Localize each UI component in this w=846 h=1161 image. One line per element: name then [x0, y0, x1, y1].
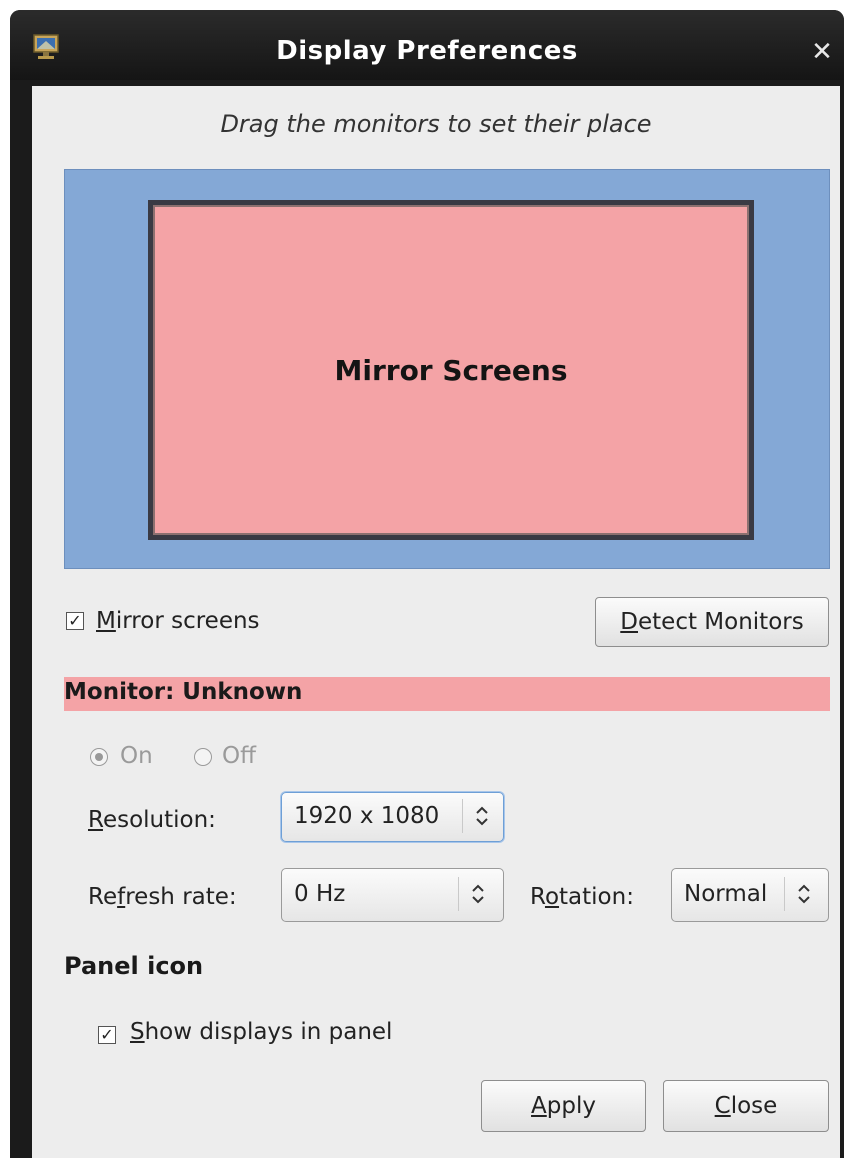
- instructions-text: Drag the monitors to set their place: [220, 110, 652, 138]
- combo-separator: [458, 877, 459, 911]
- rotation-value: Normal: [684, 881, 768, 907]
- title-bar[interactable]: Display Preferences ✕: [10, 10, 844, 80]
- up-down-arrows-icon: [464, 877, 492, 911]
- detect-monitors-button[interactable]: Detect Monitors: [595, 597, 829, 647]
- apply-button[interactable]: Apply: [481, 1080, 646, 1132]
- refresh-rate-value: 0 Hz: [294, 881, 346, 907]
- monitor-section-header: Monitor: Unknown: [64, 677, 830, 711]
- combo-separator: [462, 799, 463, 833]
- refresh-rate-label: Refresh rate:: [88, 884, 237, 910]
- show-displays-checkbox[interactable]: ✓: [98, 1026, 116, 1044]
- mirror-screens-checkbox[interactable]: ✓: [66, 612, 84, 630]
- dialog-content: Drag the monitors to set their place Mir…: [32, 86, 840, 1158]
- rotation-label: Rotation:: [530, 884, 634, 910]
- show-displays-label[interactable]: Show displays in panel: [130, 1019, 392, 1045]
- monitor-layout-area[interactable]: Mirror Screens: [64, 169, 830, 569]
- rotation-combo[interactable]: Normal: [671, 868, 829, 922]
- display-preferences-window: Display Preferences ✕ Drag the monitors …: [10, 10, 844, 1158]
- resolution-label: Resolution:: [88, 807, 216, 833]
- panel-icon-section-title: Panel icon: [64, 952, 204, 980]
- refresh-rate-combo[interactable]: 0 Hz: [281, 868, 504, 922]
- monitor-section-title: Monitor: Unknown: [64, 679, 303, 705]
- combo-separator: [784, 877, 785, 911]
- resolution-value: 1920 x 1080: [294, 803, 440, 829]
- close-icon[interactable]: ✕: [810, 39, 834, 65]
- up-down-arrows-icon: [468, 799, 496, 833]
- power-off-radio[interactable]: [194, 748, 212, 766]
- close-button[interactable]: Close: [663, 1080, 829, 1132]
- monitor-label: Mirror Screens: [153, 205, 749, 535]
- resolution-combo[interactable]: 1920 x 1080: [281, 792, 504, 842]
- power-on-label: On: [120, 743, 153, 769]
- power-off-label: Off: [222, 743, 256, 769]
- power-on-radio[interactable]: [90, 748, 108, 766]
- window-title: Display Preferences: [276, 36, 578, 66]
- mirror-screens-label[interactable]: Mirror screens: [96, 608, 260, 634]
- up-down-arrows-icon: [790, 877, 818, 911]
- monitor-rectangle[interactable]: Mirror Screens: [148, 200, 754, 540]
